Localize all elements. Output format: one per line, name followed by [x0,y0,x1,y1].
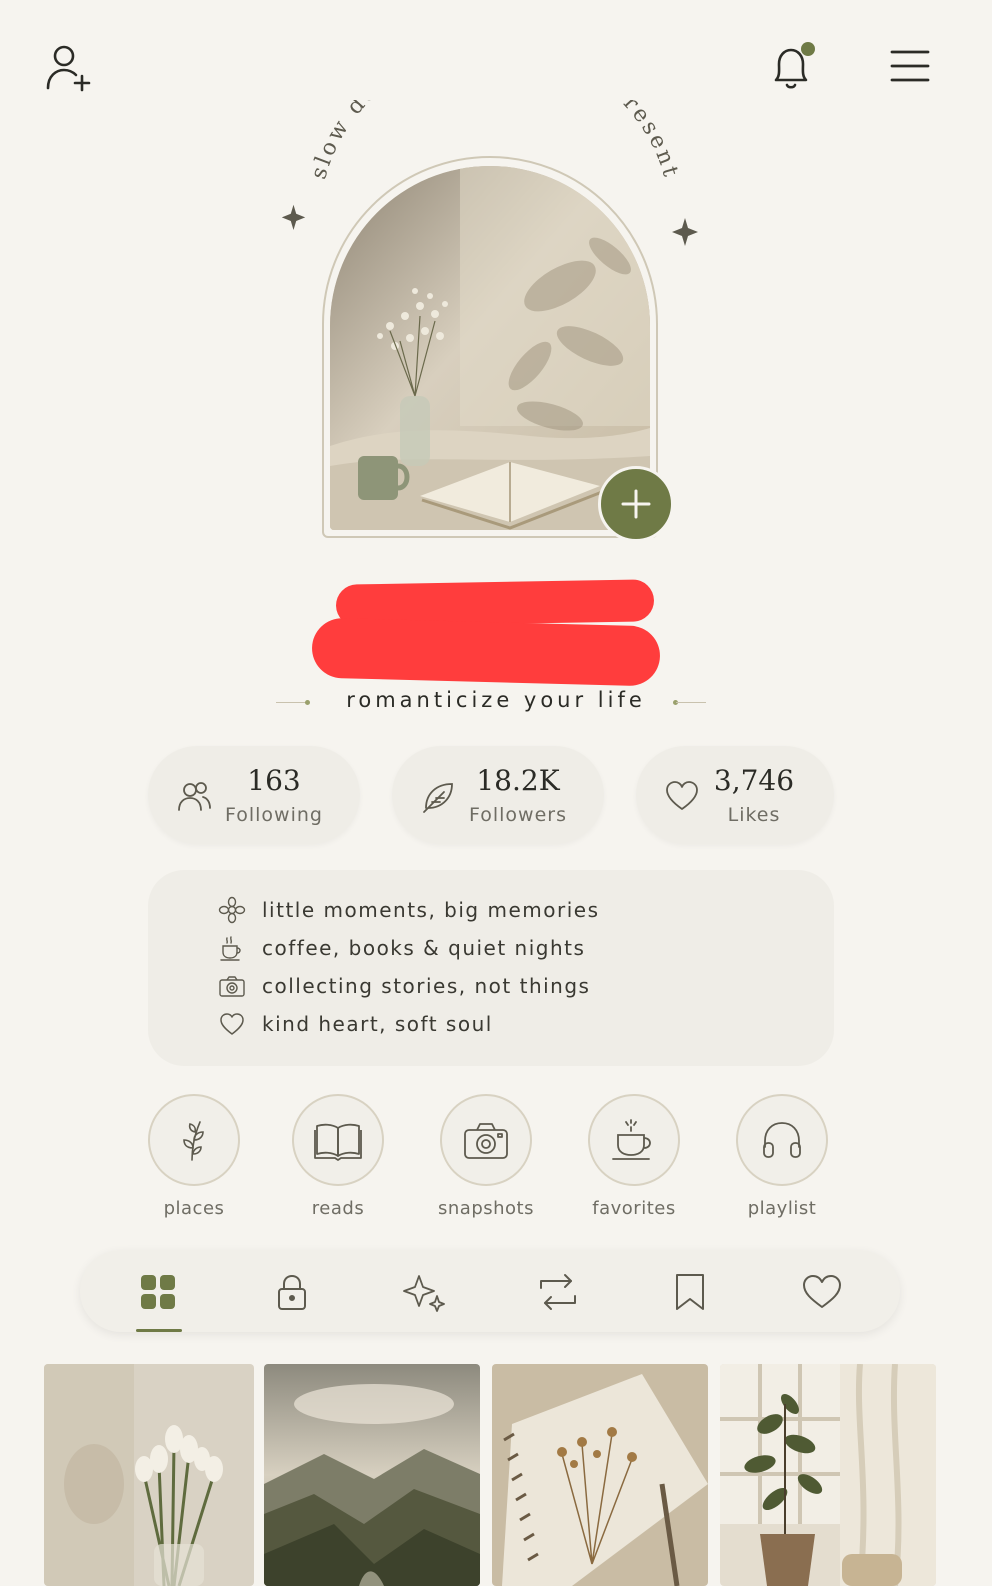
menu-button[interactable] [888,44,932,88]
followers-label: Followers [469,804,567,826]
grid-post-notebook[interactable] [492,1364,708,1586]
heart-icon [220,1013,244,1035]
highlight-circle[interactable] [736,1094,828,1186]
notification-dot [801,42,815,56]
grid-post-mountains[interactable] [264,1364,480,1586]
highlight-circle[interactable] [148,1094,240,1186]
highlight-circle[interactable] [588,1094,680,1186]
highlight-circle[interactable] [292,1094,384,1186]
lock-icon [278,1274,306,1310]
grid-icon [141,1275,175,1309]
tab-private[interactable] [270,1270,314,1314]
profile-tagline: romanticize your life [346,688,646,712]
sprig-icon [183,1121,204,1161]
likes-count: 3,746 [713,764,795,797]
person-plus-icon [46,45,91,92]
sparkle-right-icon [672,218,698,246]
highlight-label: places [163,1198,225,1219]
bio-text: little moments, big memories [262,898,600,922]
likes-label: Likes [727,804,781,826]
highlight-label: snapshots [438,1198,534,1219]
highlight-snapshots[interactable]: snapshots [438,1094,533,1219]
camera-icon [464,1123,508,1159]
bio-line: little moments, big memories [218,894,600,926]
highlight-favorites[interactable]: favorites [588,1094,680,1219]
sparkle-left-icon [281,204,306,230]
highlight-circle[interactable] [440,1094,532,1186]
grid-post-tulips[interactable] [44,1364,254,1586]
bookmark-icon [676,1274,704,1310]
tab-highlights[interactable] [402,1270,446,1314]
active-tab-indicator [136,1329,182,1332]
stat-followers[interactable]: 18.2K Followers [392,746,604,844]
notifications-button[interactable] [764,40,820,96]
coffee-cup-icon [220,936,241,961]
tab-reposts[interactable] [536,1270,580,1314]
redaction-mark [311,617,661,687]
bell-icon [774,42,815,89]
profile-photo[interactable] [330,166,650,530]
bio-line: kind heart, soft soul [218,1008,493,1040]
camera-icon [219,976,245,997]
heart-icon [803,1275,841,1308]
hamburger-menu-icon [890,50,930,82]
book-icon [314,1123,362,1161]
highlight-reads[interactable]: reads [292,1094,384,1219]
highlight-places[interactable]: places [148,1094,240,1219]
bio-text: collecting stories, not things [262,974,591,998]
headphones-icon [763,1122,801,1158]
sparkle-icon [403,1275,445,1312]
profile-tab-bar [80,1250,900,1332]
grid-post-plant[interactable] [720,1364,936,1586]
stat-following[interactable]: 163 Following [148,746,360,844]
notebook-dried-flowers-photo [492,1364,708,1586]
highlight-label: favorites [592,1198,676,1219]
mountain-valley-photo [264,1364,480,1586]
add-friend-button[interactable] [40,40,96,96]
flower-icon [218,896,246,924]
bio-text: coffee, books & quiet nights [262,936,586,960]
bio-text: kind heart, soft soul [262,1012,493,1036]
followers-count: 18.2K [476,764,560,797]
add-photo-button[interactable] [598,466,674,542]
plus-icon [621,489,651,519]
following-count: 163 [247,764,301,797]
bio-line: coffee, books & quiet nights [218,932,585,964]
tulips-photo [44,1364,254,1586]
tab-grid[interactable] [136,1270,180,1314]
tagline-divider-right [676,702,706,703]
following-label: Following [225,804,323,826]
highlight-label: playlist [747,1198,817,1219]
plant-window-photo [720,1364,936,1586]
coffee-cup-icon [612,1119,651,1160]
repost-icon [540,1274,576,1310]
bio-card: little moments, big memories coffee, boo… [148,870,834,1066]
leaf-icon [423,783,453,813]
tab-likes[interactable] [800,1270,844,1314]
highlight-label: reads [311,1198,365,1219]
people-icon [178,782,211,811]
bio-line: collecting stories, not things [218,970,590,1002]
highlight-playlist[interactable]: playlist [736,1094,828,1219]
tab-saved[interactable] [668,1270,712,1314]
profile-photo-scene [330,166,650,530]
stat-likes[interactable]: 3,746 Likes [636,746,834,844]
